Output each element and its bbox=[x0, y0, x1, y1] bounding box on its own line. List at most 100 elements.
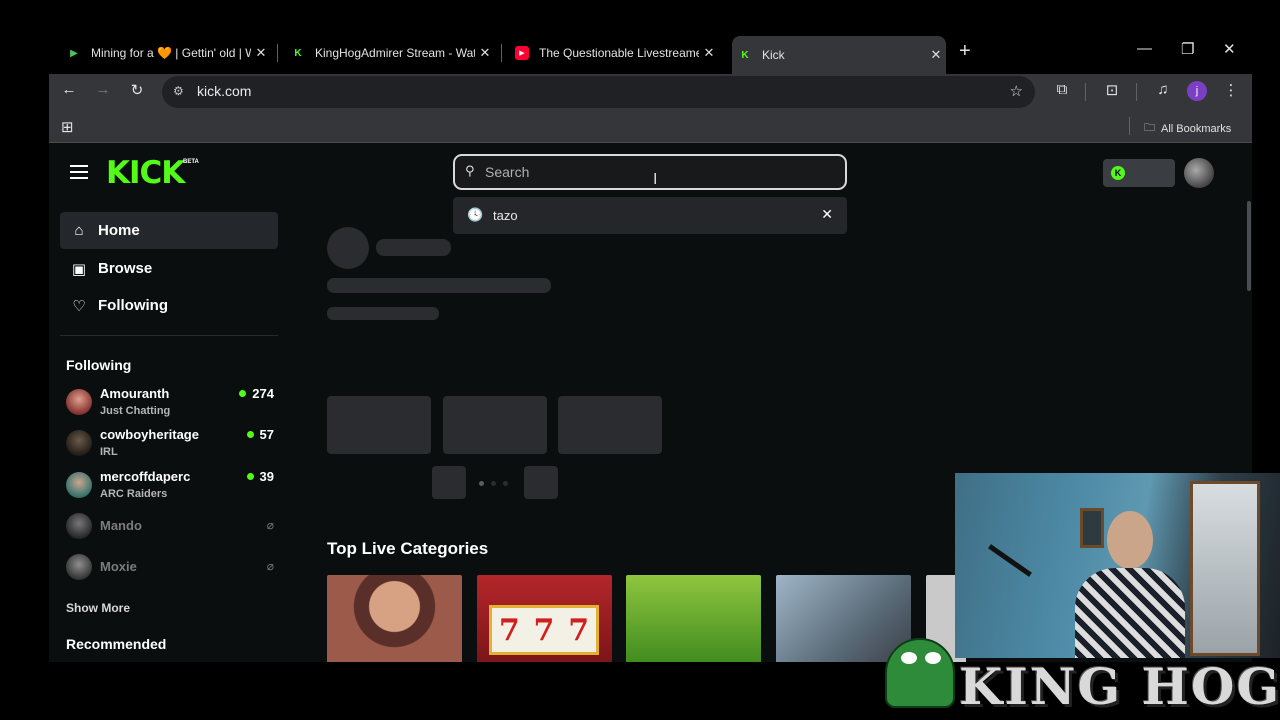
site-info-icon[interactable]: ⚙ bbox=[173, 84, 184, 98]
offline-icon: ⌀ bbox=[266, 559, 274, 573]
extensions-icon[interactable]: ⧉ bbox=[1051, 81, 1073, 98]
skeleton-card bbox=[558, 396, 662, 454]
skeleton-avatar bbox=[327, 227, 369, 269]
category-card[interactable] bbox=[626, 575, 761, 662]
kick-icon: K bbox=[294, 47, 302, 59]
category-card[interactable] bbox=[327, 575, 462, 662]
sidebar-item-home[interactable]: ⌂ Home bbox=[60, 212, 278, 249]
hamburger-menu-icon[interactable] bbox=[70, 165, 88, 183]
microphone-arm bbox=[988, 544, 1032, 577]
recent-search-item[interactable]: 🕓 tazo ✕ bbox=[453, 197, 847, 234]
category-card[interactable]: 777 bbox=[477, 575, 612, 662]
carousel-dot bbox=[503, 481, 508, 486]
home-icon: ⌂ bbox=[74, 222, 84, 239]
followed-channel[interactable]: mercoffdaperc ARC Raiders 39 bbox=[66, 469, 274, 507]
forward-icon[interactable]: → bbox=[92, 81, 114, 98]
followed-channel[interactable]: Amouranth Just Chatting 274 bbox=[66, 386, 274, 424]
kick-icon: K bbox=[741, 49, 749, 61]
media-control-icon[interactable]: ♫ bbox=[1152, 81, 1174, 98]
browser-tab-active[interactable]: K Kick ✕ bbox=[732, 36, 946, 74]
all-bookmarks-button[interactable]: 🗀 All Bookmarks bbox=[1144, 119, 1231, 138]
profile-avatar[interactable]: j bbox=[1187, 81, 1207, 101]
recent-search-term: tazo bbox=[493, 208, 518, 223]
window-close-icon[interactable]: ✕ bbox=[1223, 40, 1236, 58]
tab-title: Kick bbox=[762, 48, 785, 62]
sidebar-item-browse[interactable]: ▣ Browse bbox=[60, 250, 278, 287]
apps-grid-icon[interactable]: ⊞ bbox=[61, 118, 74, 136]
show-more-link[interactable]: Show More bbox=[66, 601, 130, 615]
tab-close-icon[interactable]: ✕ bbox=[253, 45, 269, 61]
channel-avatar bbox=[66, 513, 92, 539]
remove-search-icon[interactable]: ✕ bbox=[821, 206, 833, 223]
followed-channel[interactable]: cowboyheritage IRL 57 bbox=[66, 427, 274, 465]
offline-icon: ⌀ bbox=[266, 518, 274, 532]
menu-kebab-icon[interactable]: ⋮ bbox=[1220, 81, 1242, 99]
tab-title: Mining for a 🧡 | Gettin' old | W bbox=[91, 46, 251, 60]
restore-icon[interactable]: ❐ bbox=[1181, 40, 1194, 58]
sidebar-item-label: Home bbox=[98, 222, 140, 239]
webcam-overlay bbox=[955, 473, 1280, 658]
new-tab-icon[interactable]: + bbox=[959, 40, 971, 63]
tab-close-icon[interactable]: ✕ bbox=[701, 45, 717, 61]
beta-badge: BETA bbox=[183, 159, 199, 165]
skeleton-card bbox=[327, 396, 431, 454]
header-kick-button[interactable]: K bbox=[1103, 159, 1175, 187]
tab-separator bbox=[501, 44, 502, 62]
viewer-count-value: 57 bbox=[259, 427, 274, 442]
tab-close-icon[interactable]: ✕ bbox=[928, 47, 944, 63]
sidebar-item-following[interactable]: ♡ Following bbox=[60, 287, 278, 324]
rumble-icon: ▶ bbox=[70, 47, 78, 59]
reload-icon[interactable]: ↻ bbox=[126, 81, 148, 99]
followed-channel-offline[interactable]: Moxie ⌀ bbox=[66, 551, 274, 589]
channel-avatar bbox=[66, 554, 92, 580]
king-hog-brand-overlay: KING HOG bbox=[885, 635, 1280, 720]
sidebar-item-label: Browse bbox=[98, 260, 153, 277]
browser-tab-3[interactable]: ▶ The Questionable Livestreamer ✕ bbox=[515, 38, 717, 68]
search-icon: ⚲ bbox=[465, 163, 475, 178]
browse-icon: ▣ bbox=[71, 260, 87, 278]
kick-logo[interactable]: KICK bbox=[106, 155, 185, 191]
address-bar[interactable]: ⚙ kick.com ☆ bbox=[162, 76, 1035, 108]
wall-frame bbox=[1080, 508, 1104, 548]
channel-name: Mando bbox=[100, 518, 142, 533]
following-heading: Following bbox=[66, 357, 132, 373]
search-box[interactable]: ⚲ bbox=[453, 154, 847, 190]
live-dot-icon bbox=[246, 473, 254, 480]
frog-mascot-icon bbox=[885, 638, 955, 708]
toolbar-separator bbox=[1136, 83, 1137, 101]
url-text: kick.com bbox=[197, 83, 252, 99]
slot-reels: 777 bbox=[489, 605, 599, 655]
skeleton-line bbox=[327, 307, 439, 320]
viewer-count: 274 bbox=[239, 386, 274, 401]
minimize-icon[interactable]: — bbox=[1137, 40, 1152, 57]
tab-close-icon[interactable]: ✕ bbox=[477, 45, 493, 61]
skeleton-line bbox=[327, 278, 551, 293]
tab-title: The Questionable Livestreamer bbox=[539, 46, 699, 60]
cast-search-icon[interactable]: ⊡ bbox=[1101, 81, 1123, 99]
heart-icon: ♡ bbox=[72, 297, 86, 315]
skeleton-prev-button bbox=[432, 466, 466, 499]
user-avatar[interactable] bbox=[1184, 158, 1214, 188]
viewer-count-value: 274 bbox=[252, 386, 274, 401]
skeleton-card bbox=[443, 396, 547, 454]
tab-title: KingHogAdmirer Stream - Watc bbox=[315, 46, 475, 60]
channel-category: ARC Raiders bbox=[100, 488, 168, 500]
skeleton-next-button bbox=[524, 466, 558, 499]
top-live-categories-heading: Top Live Categories bbox=[327, 539, 489, 558]
bookmark-star-icon[interactable]: ☆ bbox=[1010, 82, 1023, 100]
brand-text: KING HOG bbox=[959, 657, 1280, 716]
channel-avatar bbox=[66, 472, 92, 498]
browser-toolbar: ← → ↻ ⚙ kick.com ☆ ⧉ ⊡ ♫ j ⋮ bbox=[49, 74, 1252, 110]
bookmark-separator bbox=[1129, 117, 1130, 135]
browser-tab-1[interactable]: ▶ Mining for a 🧡 | Gettin' old | W ✕ bbox=[67, 38, 269, 68]
page-scrollbar[interactable] bbox=[1247, 201, 1251, 291]
toolbar-separator bbox=[1085, 83, 1086, 101]
recommended-heading: Recommended bbox=[66, 636, 167, 652]
followed-channel-offline[interactable]: Mando ⌀ bbox=[66, 510, 274, 548]
browser-tab-2[interactable]: K KingHogAdmirer Stream - Watc ✕ bbox=[291, 38, 493, 68]
door bbox=[1190, 481, 1260, 656]
channel-avatar bbox=[66, 430, 92, 456]
sidebar-divider bbox=[60, 335, 278, 336]
back-icon[interactable]: ← bbox=[58, 81, 80, 98]
carousel-dot bbox=[491, 481, 496, 486]
